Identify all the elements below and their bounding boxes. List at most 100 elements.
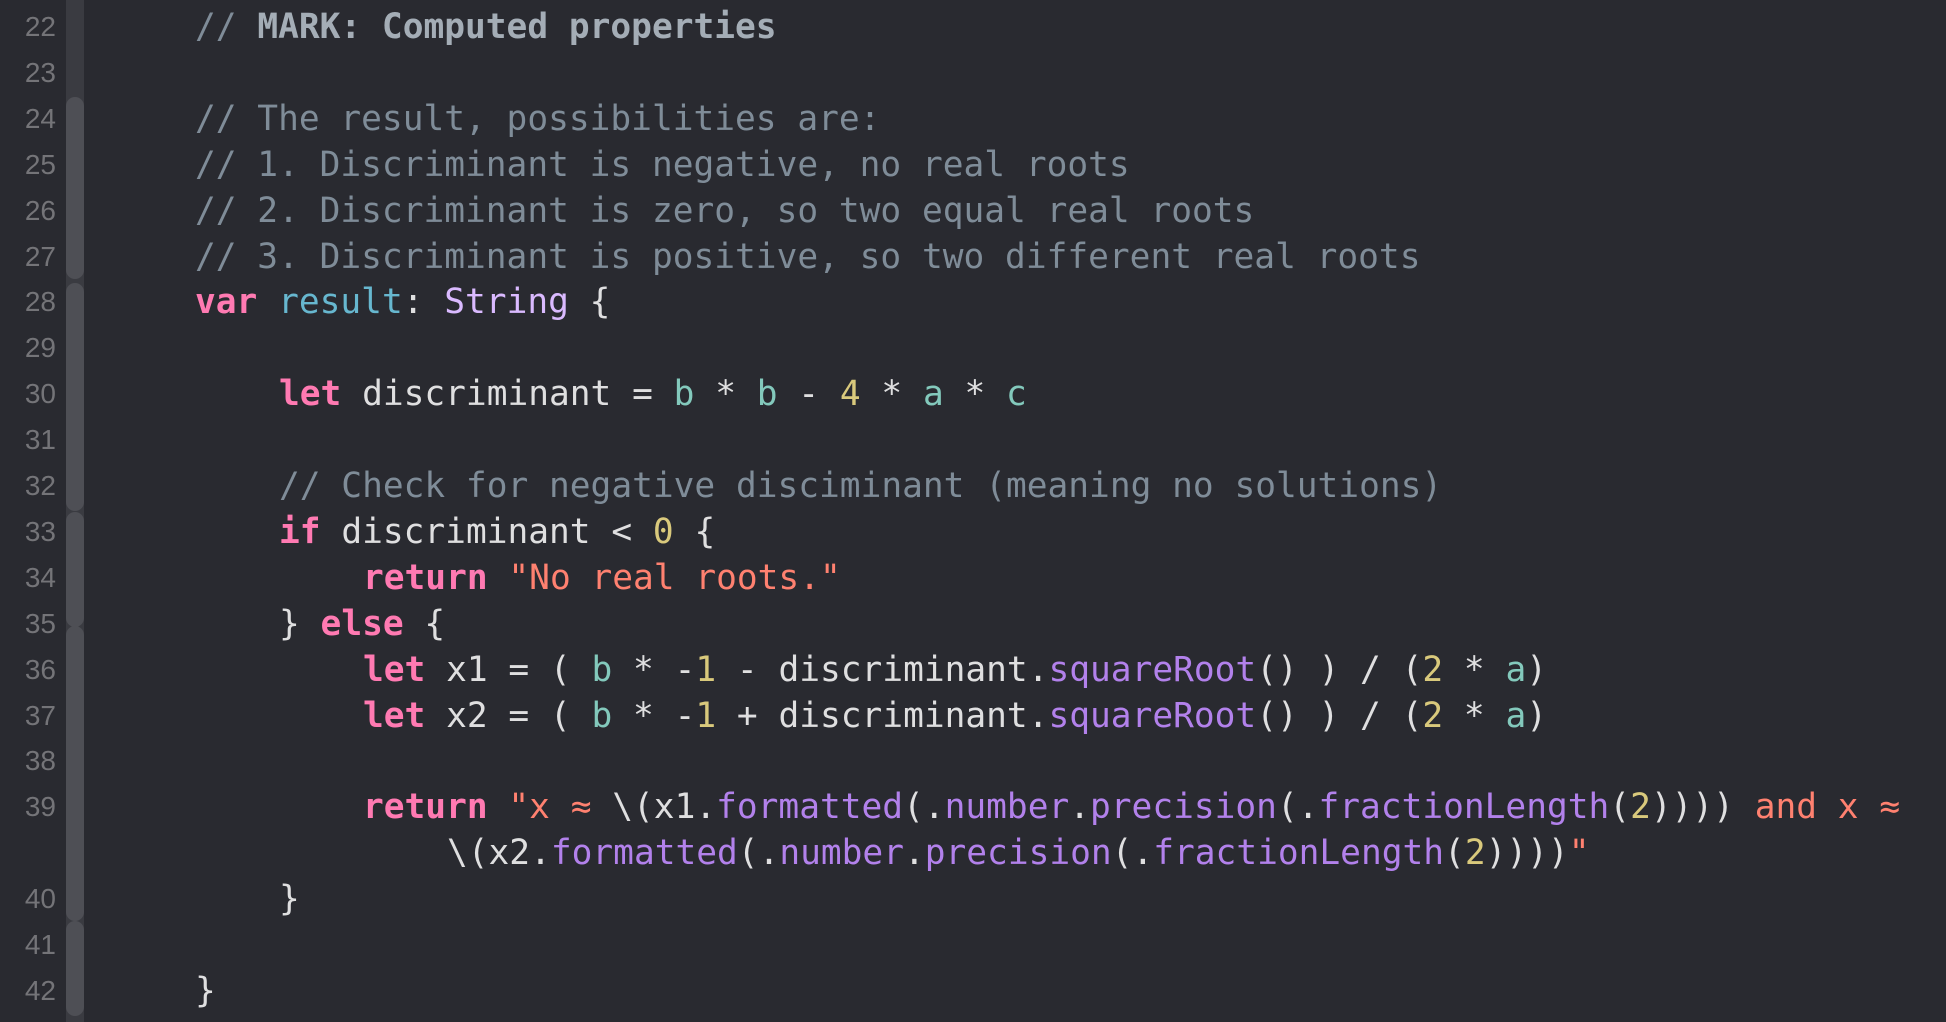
method-token: fractionLength	[1153, 833, 1445, 874]
line-number: 31	[24, 424, 56, 456]
line-number: 24	[24, 102, 56, 134]
code-line[interactable]: // 2. Discriminant is zero, so two equal…	[195, 188, 1254, 234]
code-text: ))))	[1485, 833, 1569, 874]
line-number: 39	[24, 791, 56, 823]
line-number: 36	[24, 653, 56, 685]
code-text: (.	[1111, 833, 1154, 874]
code-text: }	[195, 970, 216, 1011]
code-editor[interactable]: 22 23 24 25 26 27 28 29 30 31 32 33 34 35 36 37 38 39 40 41…	[0, 0, 1946, 1022]
fold-region-result-property[interactable]	[66, 283, 84, 511]
code-text: \(x1.	[612, 787, 717, 828]
code-text: (.	[1276, 787, 1319, 828]
keyword-token: let	[279, 374, 342, 415]
code-text: *	[694, 374, 757, 415]
fold-region-closing[interactable]	[66, 921, 84, 1016]
code-text: -	[777, 374, 840, 415]
variable-token: b	[591, 695, 613, 736]
string-literal: and x ≈	[1733, 787, 1901, 828]
method-token: number	[779, 833, 904, 874]
comment-token: // 3. Discriminant is positive, so two d…	[195, 236, 1421, 277]
code-text: {	[673, 511, 716, 552]
keyword-token: let	[363, 649, 426, 690]
code-line[interactable]: } else {	[279, 601, 445, 647]
line-number: 38	[24, 745, 56, 777]
code-line[interactable]: // Check for negative disciminant (meani…	[279, 463, 1442, 509]
code-text: )	[1526, 649, 1548, 690]
line-number: 32	[24, 470, 56, 501]
line-number: 37	[24, 699, 56, 731]
code-text: .	[1069, 787, 1091, 828]
number-literal: 4	[839, 374, 861, 415]
number-literal: 2	[1422, 695, 1444, 736]
variable-token: a	[1505, 649, 1527, 690]
code-line-wrapped[interactable]: \(x2.formatted(.number.precision(.fracti…	[447, 830, 1589, 876]
code-line[interactable]: return "No real roots."	[363, 555, 841, 601]
code-line[interactable]: var result: String {	[195, 279, 610, 325]
code-line[interactable]: if discriminant < 0 {	[279, 509, 715, 555]
code-text: (.	[737, 833, 780, 874]
code-text: discriminant =	[341, 374, 674, 415]
line-number: 30	[24, 378, 56, 410]
code-text: () ) / (	[1256, 649, 1423, 690]
code-text: - discriminant.	[716, 649, 1049, 690]
keyword-token: return	[363, 787, 488, 828]
fold-region-comment-block[interactable]	[66, 97, 84, 279]
comment-token: // 1. Discriminant is negative, no real …	[195, 144, 1130, 185]
method-token: formatted	[716, 787, 904, 828]
line-number: 34	[24, 561, 56, 593]
code-line[interactable]: // 1. Discriminant is negative, no real …	[195, 142, 1130, 188]
code-text: x2 = (	[425, 695, 592, 736]
code-text: )	[1526, 695, 1548, 736]
number-literal: 2	[1422, 649, 1444, 690]
code-text: ))))	[1650, 787, 1734, 828]
number-literal: 0	[652, 511, 674, 552]
variable-token: b	[673, 374, 695, 415]
fold-region-else-block[interactable]	[66, 626, 84, 921]
keyword-token: else	[320, 603, 404, 644]
code-text: }	[279, 879, 300, 920]
mark-comment-token: MARK: Computed properties	[257, 7, 777, 47]
code-line[interactable]: let discriminant = b * b - 4 * a * c	[279, 371, 1027, 417]
code-text: * -	[612, 695, 696, 736]
code-text: (	[1444, 833, 1465, 874]
string-literal: "x ≈	[508, 787, 613, 828]
code-text: \(x2.	[447, 833, 551, 874]
line-number: 28	[24, 286, 56, 318]
variable-token: a	[1505, 695, 1527, 736]
line-number: 40	[24, 883, 56, 915]
code-line[interactable]: }	[279, 876, 300, 922]
line-number: 22	[24, 11, 56, 42]
line-number: 35	[24, 607, 56, 639]
code-text: {	[568, 282, 611, 323]
string-literal: "No real roots."	[508, 557, 841, 598]
type-token: String	[444, 282, 569, 323]
code-line[interactable]: let x1 = ( b * -1 - discriminant.squareR…	[363, 647, 1547, 693]
number-literal: 2	[1630, 787, 1651, 828]
method-token: number	[944, 787, 1070, 828]
code-line[interactable]: // 3. Discriminant is positive, so two d…	[195, 234, 1420, 280]
keyword-token: if	[279, 511, 321, 552]
fold-region-if-block[interactable]	[66, 512, 84, 627]
keyword-token: let	[363, 695, 426, 736]
code-line[interactable]: // The result, possibilities are:	[195, 96, 880, 142]
method-token: fractionLength	[1318, 787, 1610, 828]
method-token: formatted	[550, 833, 738, 874]
code-text: + discriminant.	[716, 695, 1049, 736]
line-number: 29	[24, 332, 56, 364]
code-line[interactable]: let x2 = ( b * -1 + discriminant.squareR…	[363, 693, 1547, 739]
comment-token: // The result, possibilities are:	[195, 98, 881, 139]
code-text: }	[279, 603, 321, 644]
string-literal: "	[1568, 833, 1590, 874]
method-token: precision	[1090, 787, 1277, 828]
keyword-token: return	[363, 557, 488, 598]
code-line[interactable]: }	[195, 968, 216, 1014]
code-line[interactable]: return "x ≈ \(x1.formatted (. number.preci…	[363, 784, 1900, 830]
variable-token: b	[756, 374, 778, 415]
code-text: () ) / (	[1256, 695, 1423, 736]
code-line[interactable]: // MARK: Computed properties	[195, 4, 777, 50]
number-literal: 2	[1464, 833, 1486, 874]
line-number: 26	[24, 194, 56, 226]
